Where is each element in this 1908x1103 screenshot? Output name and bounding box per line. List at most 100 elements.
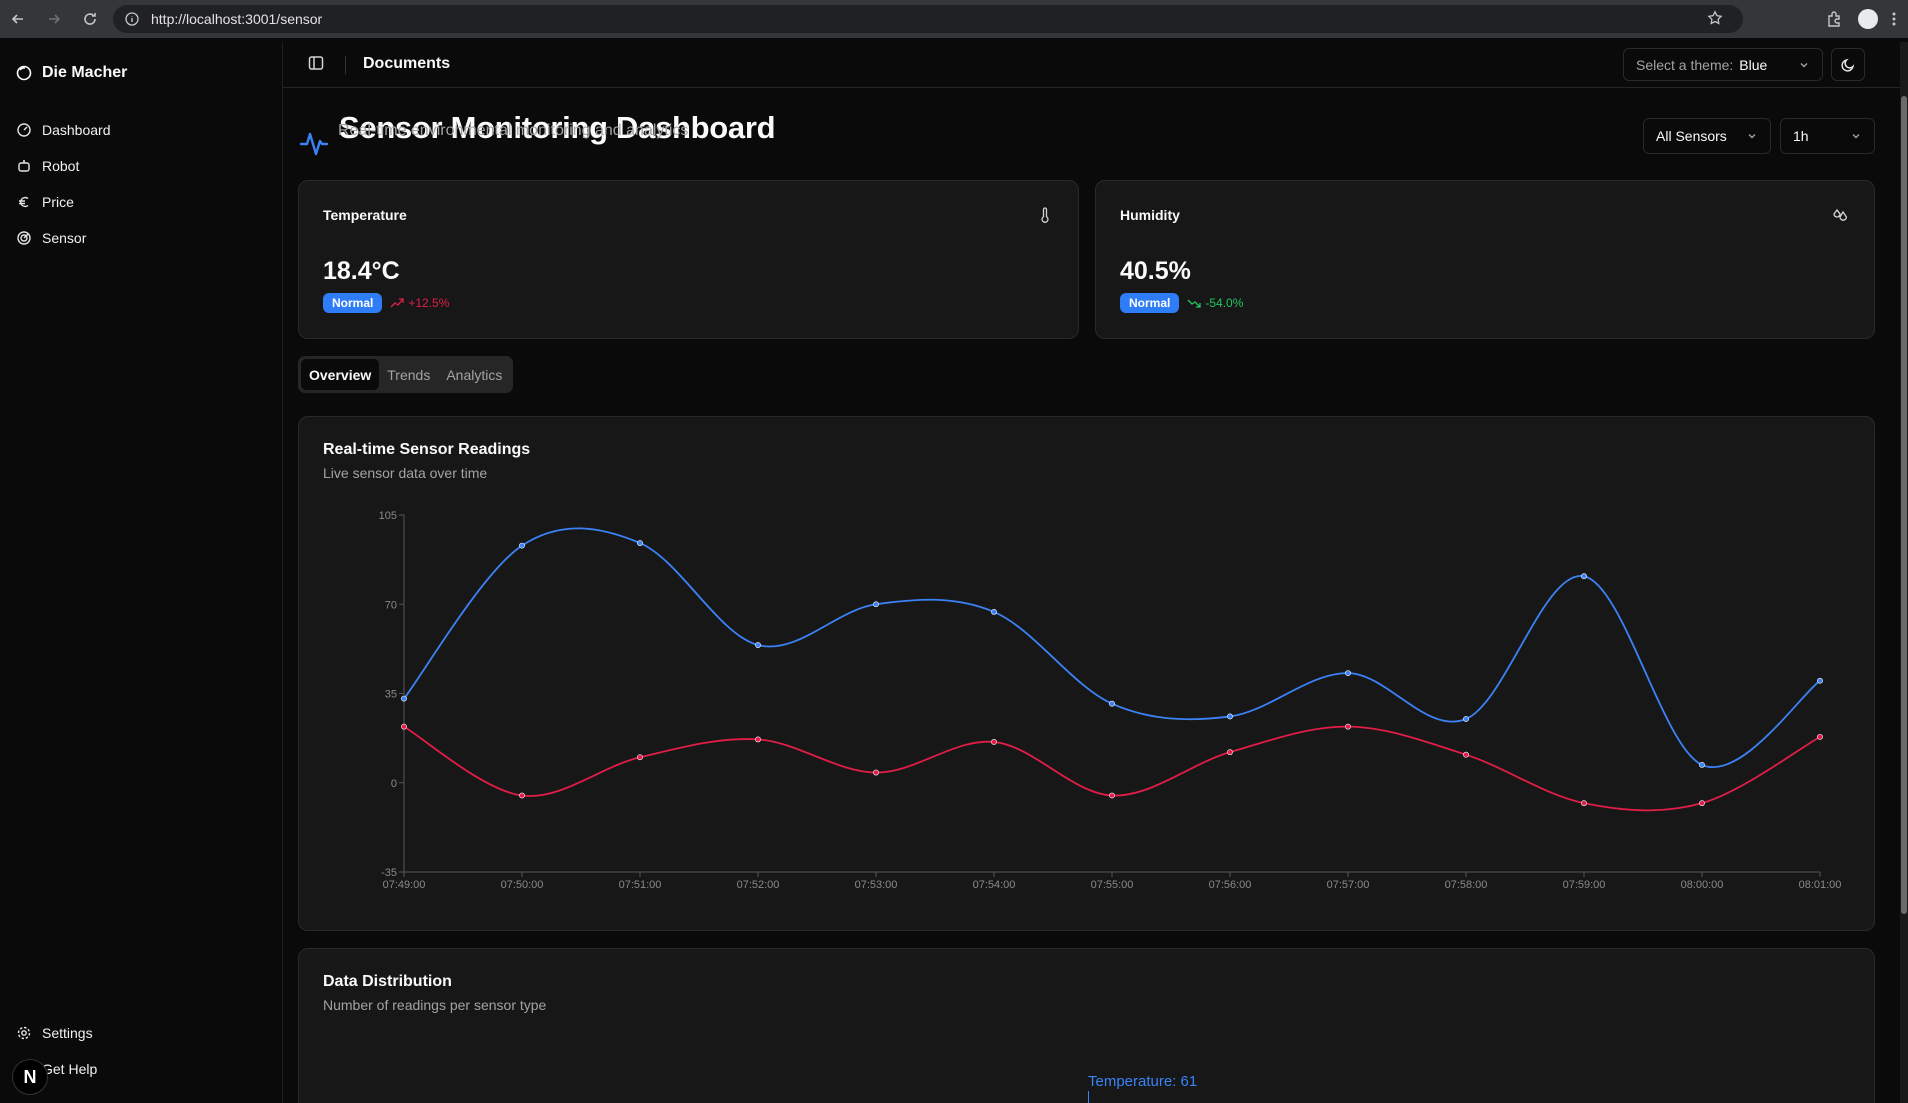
data-point	[1109, 700, 1115, 707]
data-point	[1581, 573, 1587, 580]
x-tick-label: 07:51:00	[619, 879, 662, 891]
profile-avatar[interactable]	[1858, 9, 1878, 29]
scrollbar-thumb[interactable]	[1901, 96, 1907, 914]
thermometer-icon	[1038, 207, 1052, 223]
bookmark-star-icon[interactable]	[1707, 10, 1723, 26]
sidebar-item-settings[interactable]: Settings	[16, 1015, 97, 1051]
chevron-down-icon	[1850, 130, 1862, 142]
theme-select-value: Blue	[1739, 56, 1768, 73]
sidebar-item-label: Get Help	[42, 1061, 98, 1077]
stat-card-humidity: Humidity 40.5% Normal -54.0%	[1095, 180, 1875, 339]
x-tick-label: 08:00:00	[1681, 879, 1724, 891]
stat-meta: Normal +12.5%	[323, 293, 449, 313]
forward-button[interactable]	[36, 0, 72, 38]
stat-label: Humidity	[1120, 207, 1180, 223]
distribution-leader-line	[1088, 1091, 1089, 1103]
y-tick-label: 105	[379, 510, 397, 522]
reload-icon	[84, 13, 96, 25]
trend-indicator: +12.5%	[390, 296, 449, 310]
sidebar-item-dashboard[interactable]: Dashboard	[16, 112, 111, 148]
series-line-0	[403, 527, 1821, 768]
y-tick-label: 0	[391, 778, 397, 790]
tab-trends[interactable]: Trends	[379, 359, 438, 390]
gear-icon	[16, 1025, 32, 1041]
sidebar-toggle-button[interactable]	[307, 54, 325, 72]
page-scrollbar[interactable]	[1900, 42, 1908, 1103]
sidebar-item-sensor[interactable]: Sensor	[16, 220, 111, 256]
theme-select[interactable]: Select a theme: Blue	[1623, 48, 1823, 81]
realtime-chart-card: Real-time Sensor Readings Live sensor da…	[298, 416, 1875, 931]
y-tick-label: 70	[385, 599, 397, 611]
x-tick-label: 08:01:00	[1799, 879, 1842, 891]
stat-card-temperature: Temperature 18.4°C Normal +12.5%	[298, 180, 1079, 339]
distribution-card: Data Distribution Number of readings per…	[298, 948, 1875, 1103]
x-tick-label: 07:56:00	[1209, 879, 1252, 891]
panel-left-icon	[308, 56, 324, 70]
droplets-icon	[1832, 207, 1848, 223]
theme-select-label: Select a theme:	[1636, 56, 1734, 73]
dark-mode-toggle[interactable]	[1831, 48, 1865, 81]
data-point	[1227, 713, 1233, 720]
trend-value: +12.5%	[408, 296, 450, 310]
extensions-icon[interactable]	[1826, 10, 1844, 28]
reload-button[interactable]	[72, 0, 108, 38]
trend-indicator: -54.0%	[1187, 296, 1243, 310]
chevron-down-icon	[1798, 59, 1810, 71]
status-badge: Normal	[323, 293, 383, 313]
radar-icon	[16, 230, 32, 246]
browser-toolbar: http://localhost:3001/sensor	[0, 0, 1908, 38]
sidebar-item-label: Dashboard	[42, 122, 111, 138]
data-point	[1345, 723, 1351, 730]
tab-overview[interactable]: Overview	[301, 359, 380, 390]
sensor-filter-select[interactable]: All Sensors	[1643, 118, 1771, 154]
sensor-line-chart: -35 0 35 70 105 07:49:00 07:50:00 07:51:00 07:52…	[379, 510, 1842, 891]
activity-icon	[299, 128, 329, 158]
time-range-select[interactable]: 1h	[1780, 118, 1875, 154]
main-content: Documents Select a theme: Blue Sensor Mo…	[282, 42, 1900, 1103]
arrow-right-icon	[49, 14, 61, 24]
data-point	[755, 736, 761, 743]
tab-analytics[interactable]: Analytics	[438, 359, 510, 390]
data-point	[1463, 751, 1469, 758]
sidebar-nav: Dashboard Robot Price Sensor	[16, 112, 111, 256]
data-point	[755, 642, 761, 648]
back-button[interactable]	[0, 0, 36, 38]
sidebar-item-label: Price	[42, 194, 74, 210]
euro-icon	[16, 194, 32, 210]
trending-up-icon	[390, 298, 404, 308]
y-tick-label: 35	[385, 689, 397, 701]
trending-down-icon	[1187, 299, 1201, 308]
address-bar[interactable]: http://localhost:3001/sensor	[113, 5, 1743, 33]
x-tick-label: 07:53:00	[855, 879, 898, 891]
stat-label: Temperature	[323, 207, 407, 223]
sensor-filter-value: All Sensors	[1656, 128, 1727, 144]
sidebar-item-price[interactable]: Price	[16, 184, 111, 220]
x-tick-label: 07:54:00	[973, 879, 1016, 891]
top-bar: Documents Select a theme: Blue	[283, 42, 1900, 88]
brand[interactable]: Die Macher	[16, 64, 127, 82]
brand-name: Die Macher	[42, 64, 128, 81]
moon-icon	[1841, 58, 1855, 72]
data-point	[1581, 800, 1587, 807]
sidebar-item-robot[interactable]: Robot	[16, 148, 111, 184]
topbar-divider	[345, 56, 346, 74]
more-menu-icon[interactable]	[1892, 11, 1896, 27]
x-tick-label: 07:59:00	[1563, 879, 1606, 891]
nextjs-dev-badge[interactable]: N	[12, 1059, 48, 1095]
data-point	[637, 540, 643, 546]
data-point	[1699, 761, 1705, 768]
gauge-icon	[16, 122, 32, 138]
trend-value: -54.0%	[1205, 296, 1244, 310]
data-point	[401, 695, 407, 702]
time-range-value: 1h	[1793, 128, 1809, 144]
x-tick-label: 07:52:00	[737, 879, 780, 891]
distribution-label: Temperature: 61	[1088, 1073, 1198, 1090]
page-breadcrumb-title: Documents	[363, 55, 451, 72]
data-point	[1227, 749, 1233, 756]
data-point	[401, 723, 407, 730]
bot-icon	[16, 158, 32, 174]
x-tick-label: 07:58:00	[1445, 879, 1488, 891]
page-subtitle: Real-time environmental monitoring and a…	[338, 122, 689, 139]
stat-meta: Normal -54.0%	[1120, 293, 1243, 313]
data-point	[1699, 800, 1705, 807]
